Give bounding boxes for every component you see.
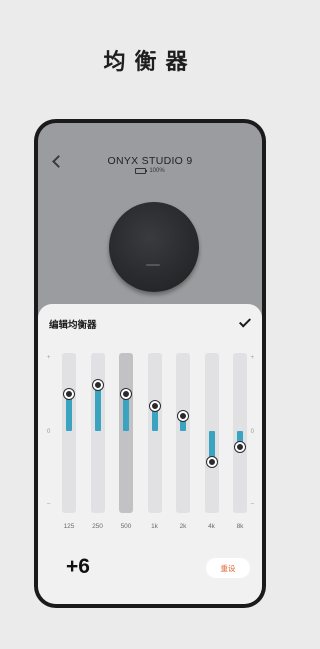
scale-label-minus-right: –	[250, 501, 254, 507]
eq-slider-125[interactable]	[62, 353, 76, 513]
eq-knob-1k[interactable]	[149, 401, 160, 412]
scale-label-plus-right: +	[250, 355, 254, 361]
scale-label-zero-right: 0	[250, 429, 254, 435]
app-screen: ONYX STUDIO 9 100% 编辑均衡器 + 0 – + 0 – +6 …	[38, 123, 262, 604]
scale-label-minus: –	[47, 501, 51, 507]
speaker-logo	[146, 264, 160, 266]
battery-level: 100%	[149, 168, 165, 174]
equalizer-sliders: + 0 – + 0 –	[38, 353, 262, 518]
eq-level-bar-125	[66, 393, 72, 431]
eq-slider-8k[interactable]	[233, 353, 247, 513]
scale-label-plus: +	[47, 355, 51, 361]
eq-level-bar-250	[94, 384, 101, 431]
battery-icon	[135, 168, 148, 174]
eq-knob-250[interactable]	[92, 379, 103, 390]
battery-status: 100%	[38, 168, 262, 174]
eq-level-bar-500	[123, 393, 129, 431]
equalizer-sheet: 编辑均衡器 + 0 – + 0 – +6 重设 125 250 500 1k 2k 4k 8…	[38, 304, 262, 604]
eq-frequency-label: 500	[120, 523, 132, 530]
eq-frequency-label: 8k	[236, 523, 244, 530]
device-name: ONYX STUDIO 9	[107, 155, 193, 167]
eq-knob-4k[interactable]	[206, 457, 217, 467]
eq-frequency-label: 4k	[208, 523, 215, 530]
eq-slider-250[interactable]	[90, 353, 105, 513]
eq-knob-2k[interactable]	[178, 410, 188, 421]
eq-knob-125[interactable]	[64, 388, 74, 399]
scale-label-zero: 0	[47, 429, 51, 435]
eq-frequency-label: 250	[92, 523, 103, 530]
confirm-check-icon[interactable]	[238, 315, 252, 328]
eq-knob-8k[interactable]	[235, 441, 245, 452]
eq-slider-2k[interactable]	[176, 353, 190, 513]
eq-knob-500[interactable]	[121, 388, 131, 399]
eq-slider-1k[interactable]	[147, 353, 162, 513]
sheet-title: 编辑均衡器	[49, 320, 97, 331]
eq-frequency-label: 1k	[151, 523, 158, 530]
gain-value: +6	[66, 555, 90, 578]
eq-frequency-label: 2k	[179, 523, 187, 530]
phone-frame: ONYX STUDIO 9 100% 编辑均衡器 + 0 – + 0 – +6 …	[34, 119, 266, 608]
page-headline: 均衡器	[103, 50, 197, 75]
eq-frequency-label: 125	[63, 523, 75, 530]
eq-slider-4k[interactable]	[204, 353, 219, 513]
reset-button[interactable]: 重设	[206, 558, 250, 578]
speaker-image	[109, 202, 199, 292]
eq-slider-500[interactable]	[119, 353, 133, 513]
